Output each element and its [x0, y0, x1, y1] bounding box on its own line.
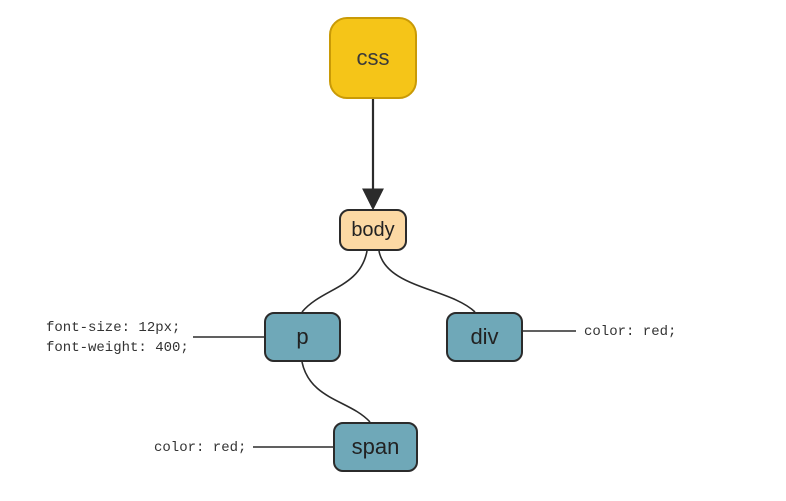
annotation-span: color: red;	[154, 438, 246, 458]
annotation-p-line1: font-size: 12px;	[46, 318, 189, 338]
node-p: p	[264, 312, 341, 362]
node-span-label: span	[352, 434, 400, 460]
edge-p-span	[302, 362, 370, 422]
annotation-p: font-size: 12px; font-weight: 400;	[46, 318, 189, 359]
node-css: css	[329, 17, 417, 99]
diagram-canvas: css body p div span font-size: 12px; fon…	[0, 0, 786, 501]
node-span: span	[333, 422, 418, 472]
edge-body-p	[302, 251, 367, 312]
node-div: div	[446, 312, 523, 362]
annotation-p-line2: font-weight: 400;	[46, 338, 189, 358]
annotation-div: color: red;	[584, 322, 676, 342]
node-div-label: div	[470, 324, 498, 350]
edge-body-div	[379, 251, 475, 312]
node-body-label: body	[351, 219, 394, 242]
node-p-label: p	[296, 324, 308, 350]
node-css-label: css	[357, 45, 390, 71]
node-body: body	[339, 209, 407, 251]
